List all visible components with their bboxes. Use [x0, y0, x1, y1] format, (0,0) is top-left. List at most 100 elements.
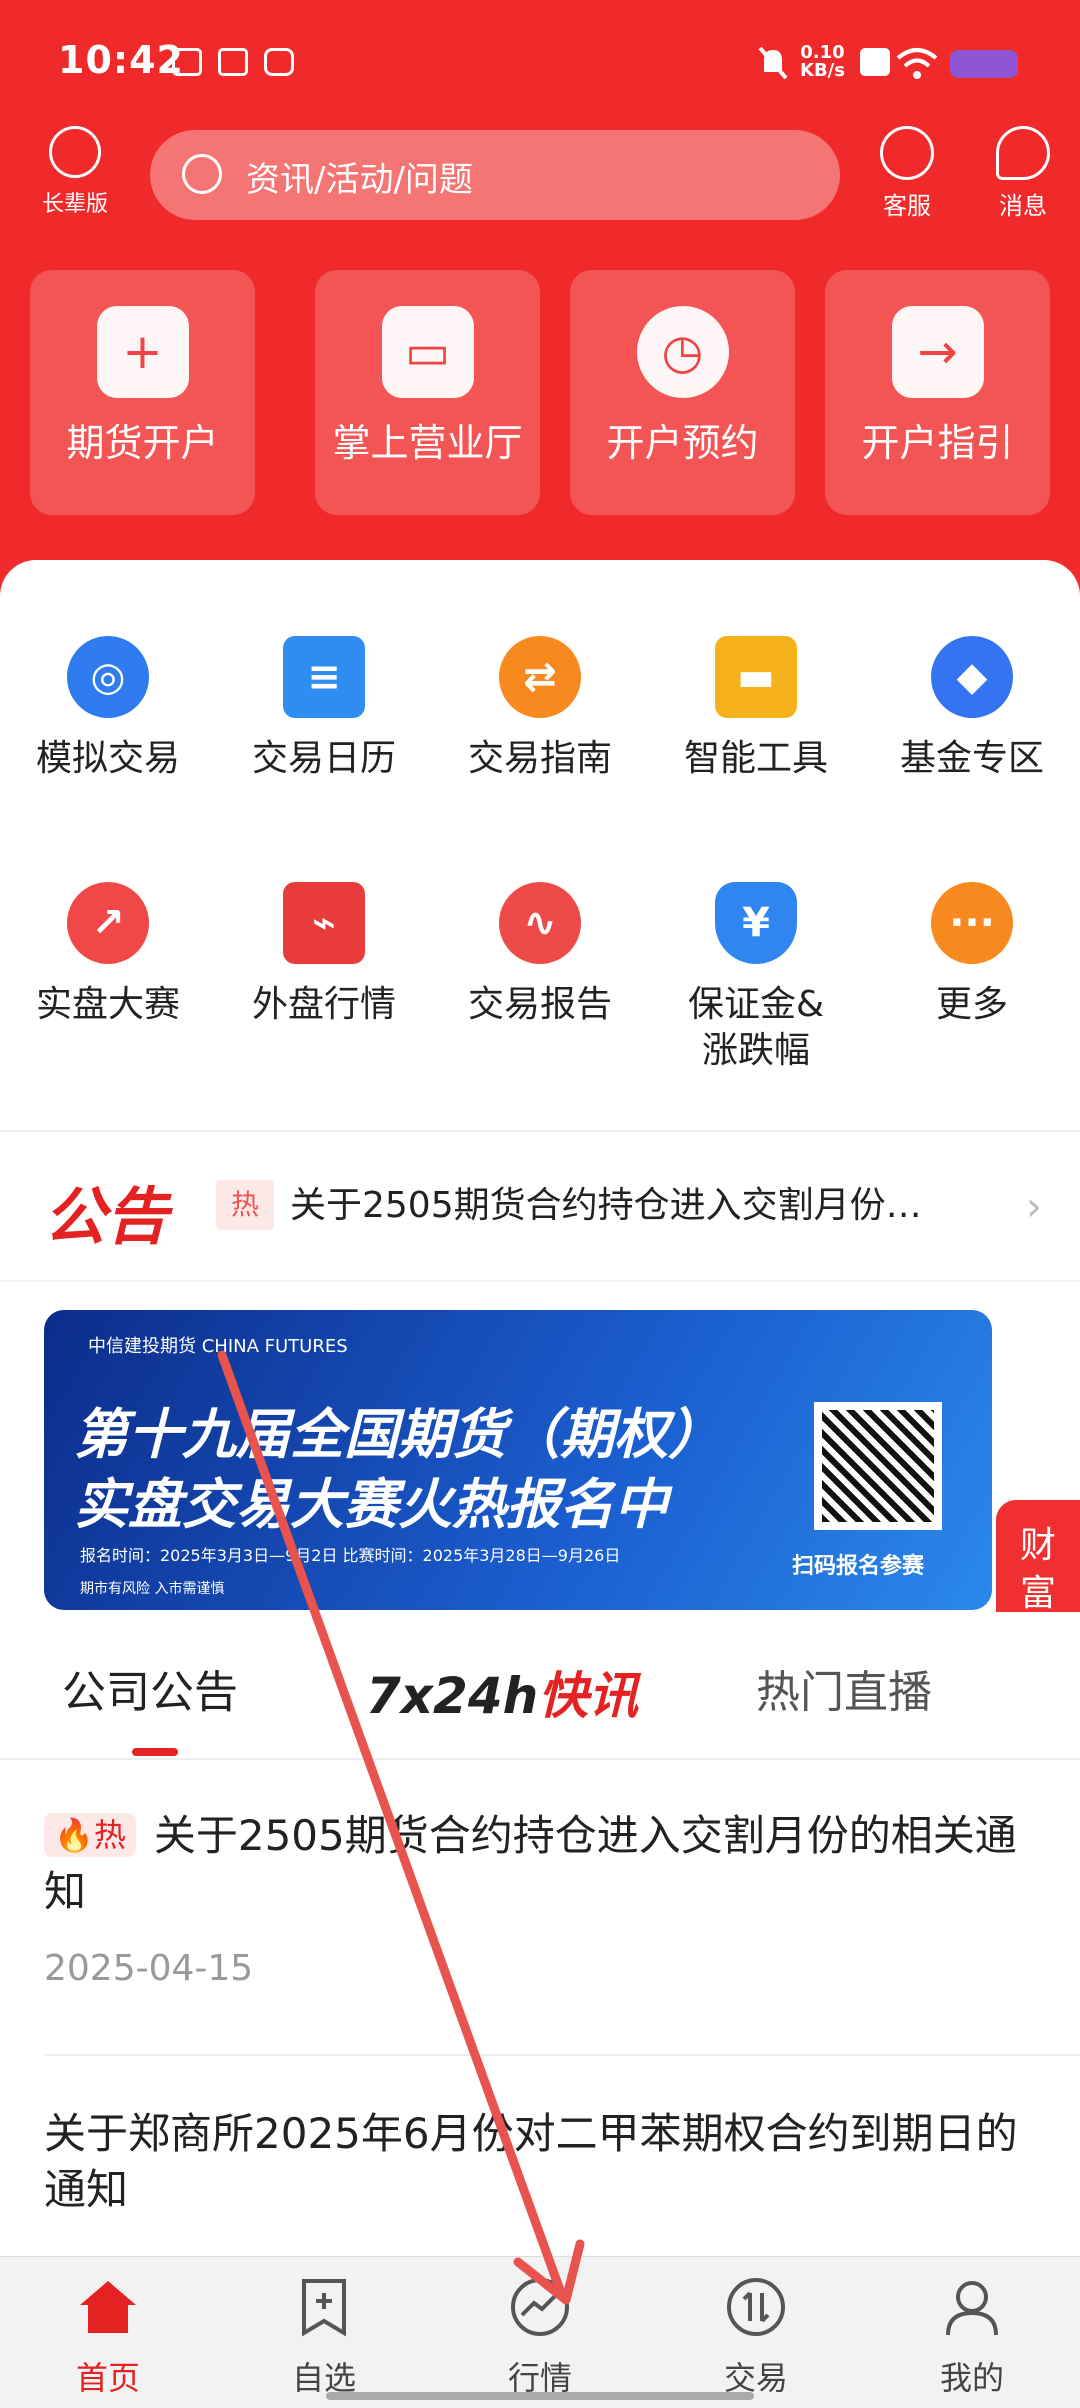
- battery-icon: [950, 50, 1018, 78]
- search-placeholder: 资讯/活动/问题: [246, 160, 473, 200]
- grid-label: 保证金& 涨跌幅: [687, 984, 825, 1071]
- headset-icon: [880, 126, 934, 180]
- qr-label: 扫码报名参赛: [792, 1554, 925, 1579]
- sponsor-logos: 中信建投期货 CHINA FUTURES: [88, 1336, 348, 1357]
- chat-bubble-icon: [996, 126, 1050, 180]
- gesture-bar[interactable]: [326, 2392, 754, 2400]
- nav-trade[interactable]: 交易: [648, 2275, 864, 2399]
- grid-item-guide[interactable]: ⇄ 交易指南: [432, 636, 648, 782]
- hot-badge: 热: [216, 1180, 274, 1230]
- exchange-arrows-icon: ⇄: [499, 636, 581, 718]
- news-title: 关于郑商所2025年6月份对二甲苯期权合约到期日的通知: [44, 2109, 1018, 2214]
- market-chart-icon: [511, 2278, 569, 2336]
- grid-item-tools[interactable]: ▬ 智能工具: [648, 636, 864, 782]
- nav-profile[interactable]: 我的: [864, 2275, 1080, 2399]
- yen-shield-icon: ¥: [715, 882, 797, 964]
- tab-company-notice[interactable]: 公司公告: [62, 1656, 238, 1720]
- search-input[interactable]: 资讯/活动/问题: [150, 130, 840, 220]
- network-speed: 0.10 KB/s: [800, 42, 845, 81]
- nav-market[interactable]: 行情: [432, 2275, 648, 2399]
- grid-item-fund[interactable]: ◆ 基金专区: [864, 636, 1080, 782]
- search-icon: [182, 154, 222, 194]
- toolbox-icon: ▬: [715, 636, 797, 718]
- banner-headline-2: 实盘交易大赛火热报名中: [74, 1473, 668, 1536]
- banner-section: 中信建投期货 CHINA FUTURES 第十九届全国期货（期权） 实盘交易大赛…: [0, 1282, 1080, 1612]
- grid-item-foreign-market[interactable]: ⌁ 外盘行情: [216, 882, 432, 1028]
- trend-up-icon: ↗: [67, 882, 149, 964]
- grid-label: 基金专区: [899, 738, 1044, 779]
- grid-item-more[interactable]: ··· 更多: [864, 882, 1080, 1028]
- list-item[interactable]: 🔥热 关于2505期货合约持仓进入交割月份的相关通知 2025-04-15: [44, 1808, 1034, 1989]
- grid-item-calendar[interactable]: ≡ 交易日历: [216, 636, 432, 782]
- grid-label: 交易日历: [251, 738, 396, 779]
- banner-headline-1: 第十九届全国期货（期权）: [74, 1403, 722, 1466]
- more-dots-icon: ···: [931, 882, 1013, 964]
- grid-label: 模拟交易: [35, 738, 180, 779]
- grid-item-contest[interactable]: ↗ 实盘大赛: [0, 882, 216, 1028]
- calendar-icon: ≡: [283, 636, 365, 718]
- mobile-hall-card[interactable]: ▭ 掌上营业厅: [315, 270, 540, 515]
- divider: [44, 2054, 1080, 2056]
- game-icon: [264, 48, 294, 76]
- grid-label: 实盘大赛: [35, 984, 180, 1025]
- notification-icon: [172, 48, 202, 76]
- news-tabs: 公司公告 7x24h快讯 热门直播: [0, 1612, 1080, 1760]
- nav-home[interactable]: 首页: [0, 2275, 216, 2399]
- simulate-icon: ◎: [67, 636, 149, 718]
- banner-dates: 报名时间：2025年3月3日—9月2日 比赛时间：2025年3月28日—9月26…: [80, 1546, 621, 1565]
- bookmark-plus-icon: [302, 2279, 346, 2337]
- chevron-right-icon: ›: [1026, 1184, 1042, 1230]
- elder-face-icon: [49, 126, 101, 178]
- announcement-bar[interactable]: 公告 热 关于2505期货合约持仓进入交割月份… ›: [0, 1130, 1080, 1280]
- grid-item-report[interactable]: ∿ 交易报告: [432, 882, 648, 1028]
- nav-watchlist[interactable]: 自选: [216, 2275, 432, 2399]
- trade-icon: [727, 2278, 785, 2336]
- grid-item-margin[interactable]: ¥ 保证金& 涨跌幅: [648, 882, 864, 1074]
- card-label: 开户预约: [606, 421, 759, 465]
- tab-flash-news[interactable]: 7x24h快讯: [366, 1656, 638, 1728]
- mute-icon: [758, 46, 788, 80]
- grid-item-simulate[interactable]: ◎ 模拟交易: [0, 636, 216, 782]
- grid-label: 外盘行情: [251, 984, 396, 1025]
- person-plus-icon: +: [96, 306, 189, 398]
- card-label: 开户指引: [861, 421, 1014, 465]
- tab-live[interactable]: 热门直播: [756, 1656, 932, 1720]
- diamond-icon: ◆: [931, 636, 1013, 718]
- announcement-title: 公告: [44, 1180, 169, 1253]
- report-search-icon: ∿: [499, 882, 581, 964]
- banner-risk-note: 期市有风险 入市需谨慎: [80, 1581, 225, 1597]
- home-icon: [80, 2281, 136, 2333]
- bottom-navigation: 首页 自选 行情 交易 我的: [0, 2256, 1080, 2408]
- news-title: 🔥热 关于2505期货合约持仓进入交割月份的相关通知: [44, 1811, 1017, 1916]
- contest-banner[interactable]: 中信建投期货 CHINA FUTURES 第十九届全国期货（期权） 实盘交易大赛…: [44, 1310, 992, 1610]
- list-item[interactable]: 关于郑商所2025年6月份对二甲苯期权合约到期日的通知: [44, 2106, 1034, 2218]
- news-list: 🔥热 关于2505期货合约持仓进入交割月份的相关通知 2025-04-15 关于郑…: [0, 1760, 1080, 2260]
- futures-account-card[interactable]: + 期货开户: [30, 270, 255, 515]
- guide-arrow-icon: →: [891, 306, 984, 398]
- account-guide-card[interactable]: → 开户指引: [825, 270, 1050, 515]
- profile-icon: [946, 2281, 998, 2336]
- messages-label: 消息: [999, 192, 1047, 220]
- storefront-icon: ▭: [381, 306, 474, 398]
- qr-code: [814, 1402, 942, 1530]
- notification-icon: [218, 48, 248, 76]
- grid-label: 交易报告: [467, 984, 612, 1025]
- card-label: 掌上营业厅: [332, 421, 523, 465]
- customer-service-label: 客服: [883, 192, 931, 220]
- active-tab-indicator: [132, 1748, 178, 1756]
- status-time: 10:42: [58, 38, 184, 82]
- elder-mode-button[interactable]: 长辈版: [30, 126, 120, 218]
- hot-fire-badge: 🔥热: [44, 1813, 136, 1857]
- announcement-text: 关于2505期货合约持仓进入交割月份…: [290, 1185, 922, 1226]
- account-booking-card[interactable]: ◷ 开户预约: [570, 270, 795, 515]
- chart-board-icon: ⌁: [283, 882, 365, 964]
- wifi-icon: [896, 48, 938, 79]
- news-date: 2025-04-15: [44, 1948, 254, 1989]
- grid-label: 交易指南: [467, 738, 612, 779]
- grid-label: 智能工具: [683, 738, 828, 779]
- card-label: 期货开户: [66, 421, 219, 465]
- messages-button[interactable]: 消息: [978, 126, 1068, 221]
- customer-service-button[interactable]: 客服: [862, 126, 952, 221]
- alarm-clock-icon: ◷: [636, 306, 729, 398]
- elder-mode-label: 长辈版: [41, 192, 108, 217]
